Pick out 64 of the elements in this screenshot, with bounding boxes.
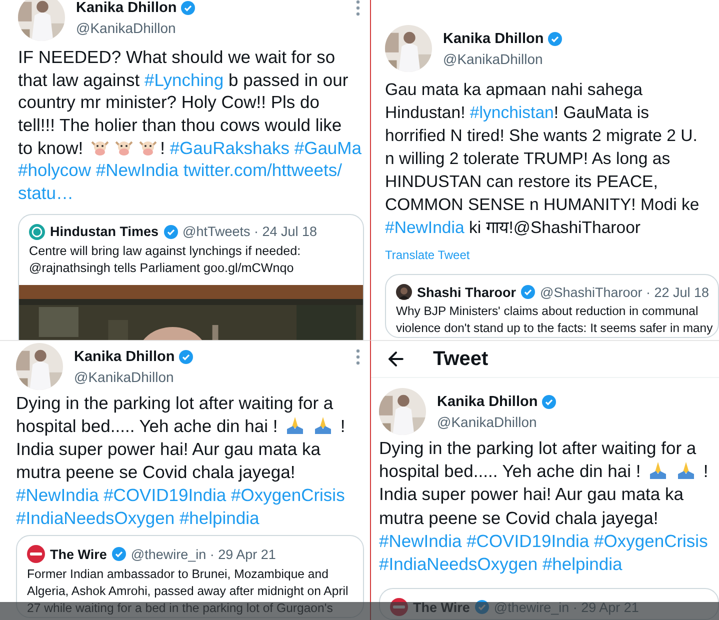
hashtag-link[interactable]: #GauMa [294,138,362,158]
hashtag-link[interactable]: #helpindia [179,508,260,528]
quoted-text-line: 27 while waiting for a bed in the parking lot of Gurgaon's [26,600,334,617]
tweet-text-line: n willing 2 tolerate TRUMP! As long as [385,148,670,170]
quoted-tweet-card[interactable]: Shashi Tharoor @ShashiTharoor · 22 Jul 18 Why BJP Ministers' claims about reduction in communal violence don't stand up to the facts: It seems safer in many [385,274,719,338]
hashtag-link[interactable]: #Lynching [144,70,224,90]
quoted-tweet-meta: @ShashiTharoor · 22 Jul 18 [540,284,710,300]
hashtag-link[interactable]: #COVID19India [466,530,590,551]
url-link[interactable]: statu… [18,183,74,204]
author-handle[interactable]: @KanikaDhillon [437,414,556,430]
hashtag-link[interactable]: #lynchistan [470,103,554,122]
author-handle[interactable]: @KanikaDhillon [443,50,562,66]
hashtag-link[interactable]: #OxygenCrisis [231,485,345,505]
hashtag-link[interactable]: #GauRakshaks [170,138,290,158]
quoted-author-name: The Wire [50,546,107,562]
quoted-tweet-meta: @htTweets · 24 Jul 18 [182,224,318,240]
hashtag-link[interactable]: #IndiaNeedsOxygen [379,554,538,574]
hashtag-link[interactable]: #NewIndia [16,485,99,505]
quoted-text-line: Algeria, Ashok Amrohi, passed away after midnight on April [26,583,350,600]
author-name[interactable]: Kanika Dhillon [437,394,538,410]
tweet-text-line: COMMON SENSE n HUMANITY! Modi ke [385,194,700,216]
translate-link[interactable]: Translate Tweet [385,248,470,262]
quoted-author-name: Shashi Tharoor [417,284,516,300]
tweet-text-line: India super power hai! Aur gau mata ka [16,438,320,461]
hashtag-link[interactable]: #OxygenCrisis [594,530,708,551]
author-name[interactable]: Kanika Dhillon [443,30,544,48]
tweet-text-line: Hindustan! #lynchistan! GauMata is [385,102,650,124]
author-name[interactable]: Kanika Dhillon [74,348,175,366]
tweet-text-line: IF NEEDED? What should we wait for so [18,46,336,69]
quoted-text-line: Centre will bring law against lynchings if needed: [28,242,302,260]
tweet-text-line: hospital bed..... Yeh ache din hai ! ! [379,460,708,484]
quoted-author-name: Hindustan Times [50,224,159,240]
tweet-text-line: hospital bed..... Yeh ache din hai ! ! [16,415,346,438]
tweet-text-line: tell!!! The holier than thou cows would like [18,114,342,137]
tweet-text-line: HINDUSTAN can restore its PEACE, [385,171,658,193]
page-title: Tweet [433,348,488,370]
tweet-text-line: horrified N tired! She wants 2 migrate 2 U. [385,125,698,147]
tweet-text-line: India super power hai! Aur gau mata ka [379,483,684,506]
quoted-author-name: The Wire [413,600,470,615]
author-handle[interactable]: @KanikaDhillon [74,368,193,384]
hashtag-link[interactable]: #NewIndia [379,530,462,551]
quoted-text-line: @rajnathsingh tells Parliament goo.gl/mCWnqo [28,260,295,277]
tweet-text-line: mutra peene se Covid chala jayega! [16,461,296,484]
author-name[interactable]: Kanika Dhillon [76,0,177,16]
tweet-text-line: Dying in the parking lot after waiting for a [16,392,334,415]
quoted-tweet-meta: @thewire_in · 29 Apr 21 [130,546,276,562]
tweet-text-line: to know! ! #GauRakshaks #GauMa [18,136,362,160]
quoted-text-line: Why BJP Ministers' claims about reduction in communal [395,303,700,320]
hashtag-link[interactable]: #helpindia [542,554,622,574]
author-handle[interactable]: @KanikaDhillon [76,20,195,36]
tweet-text-line: that law against #Lynching b passed in our [18,68,348,92]
tweet-text-line: Gau mata ka apmaan nahi sahega [385,79,642,101]
tweet-text-line: #NewIndia ki गाय!@ShashiTharoor [385,217,641,239]
hashtag-link[interactable]: #NewIndia [96,160,179,180]
tweet-text-line: mutra peene se Covid chala jayega! [379,506,658,530]
url-link[interactable]: twitter.com/httweets/ [183,160,342,180]
hashtag-link[interactable]: #IndiaNeedsOxygen [16,508,175,528]
tweet-text-line: country mr minister? Holy Cow!! Pls do [18,91,320,114]
tweet-text-line: Dying in the parking lot after waiting for a [379,437,696,460]
quoted-text-line: Former Indian ambassador to Brunei, Mozambique and [26,566,330,583]
hashtag-link[interactable]: #NewIndia [385,218,464,237]
hashtag-link[interactable]: #holycow [18,160,91,180]
hashtag-link[interactable]: #COVID19India [104,485,226,505]
quoted-text-line: violence don't stand up to the facts: It seems safer in many [395,320,714,337]
